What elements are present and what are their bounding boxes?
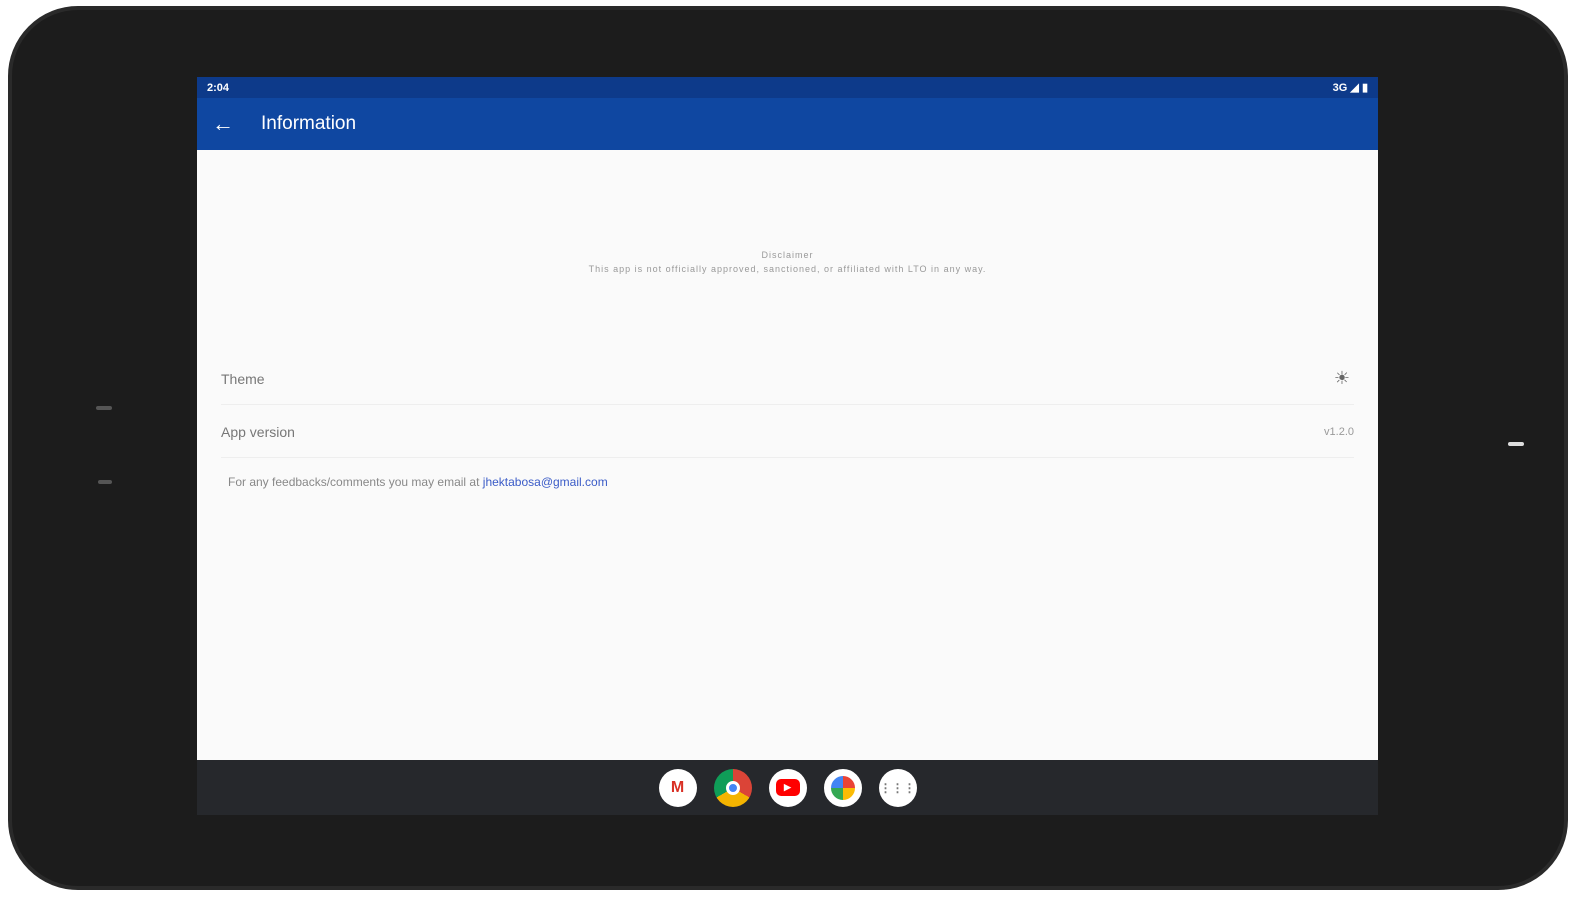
- disclaimer-text: This app is not officially approved, san…: [588, 264, 987, 274]
- back-arrow-icon[interactable]: ←: [197, 111, 249, 137]
- status-time: 2:04: [207, 81, 230, 94]
- photos-icon[interactable]: [823, 768, 862, 807]
- sensor: [98, 480, 112, 484]
- front-camera: [1508, 442, 1524, 446]
- app-bar: ← Information: [197, 98, 1378, 150]
- app-version-value: v1.2.0: [1324, 425, 1354, 438]
- app-version-label: App version: [221, 423, 295, 440]
- sun-icon[interactable]: ☀: [1334, 368, 1350, 389]
- email-link[interactable]: jhektabosa@gmail.com: [483, 475, 608, 489]
- status-icons: 3G ◢ ▮: [1333, 81, 1368, 94]
- disclaimer-heading: Disclaimer: [761, 250, 814, 260]
- app-drawer-icon[interactable]: ⋮⋮⋮: [878, 768, 917, 807]
- disclaimer: Disclaimer This app is not officially ap…: [197, 248, 1378, 276]
- camera-sensor: [96, 406, 112, 410]
- theme-row[interactable]: Theme ☀: [221, 353, 1354, 405]
- youtube-icon[interactable]: ▶: [768, 768, 807, 807]
- page-title: Information: [261, 113, 357, 134]
- dock: M ▶ ⋮⋮⋮: [197, 760, 1378, 815]
- battery-icon: ▮: [1361, 82, 1368, 94]
- signal-icon: ◢: [1350, 82, 1359, 94]
- status-bar: 2:04 3G ◢ ▮: [197, 77, 1378, 98]
- screen: 2:04 3G ◢ ▮ ← Information Disclaimer Thi…: [197, 77, 1378, 815]
- chrome-icon[interactable]: [713, 768, 752, 807]
- network-label: 3G: [1332, 82, 1348, 94]
- theme-label: Theme: [221, 370, 265, 387]
- feedback-text: For any feedbacks/comments you may email…: [228, 475, 608, 489]
- gmail-icon[interactable]: M: [658, 768, 697, 807]
- feedback-label: For any feedbacks/comments you may email…: [228, 475, 483, 489]
- app-version-row: App version v1.2.0: [221, 406, 1354, 458]
